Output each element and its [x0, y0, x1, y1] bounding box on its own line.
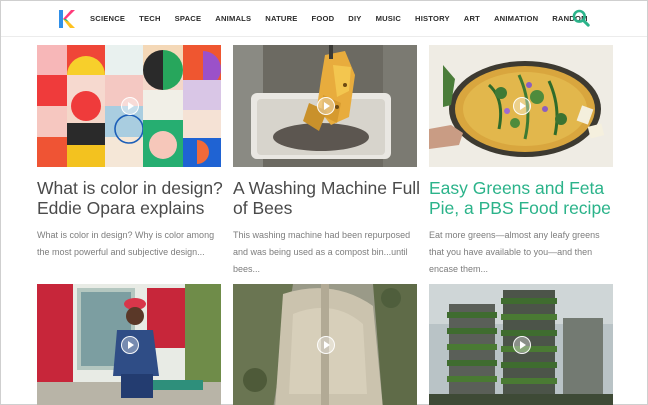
play-icon[interactable] — [317, 97, 335, 115]
video-thumbnail[interactable] — [429, 45, 613, 167]
play-icon[interactable] — [317, 336, 335, 354]
article-title[interactable]: A Washing Machine Full of Bees — [233, 178, 423, 218]
nav-item-animation[interactable]: ANIMATION — [494, 14, 538, 26]
nav-item-diy[interactable]: DIY — [348, 14, 361, 26]
nav-item-nature[interactable]: NATURE — [265, 14, 297, 26]
article-card[interactable]: A Washing Machine Full of Bees This wash… — [233, 45, 420, 275]
play-icon[interactable] — [121, 336, 139, 354]
article-excerpt: What is color in design? Why is color am… — [37, 230, 215, 257]
nav-item-science[interactable]: SCIENCE — [90, 14, 125, 26]
article-card[interactable] — [429, 284, 613, 405]
article-card[interactable]: Easy Greens and Feta Pie, a PBS Food rec… — [429, 45, 613, 275]
article-excerpt: Eat more greens—almost any leafy greens … — [429, 230, 600, 274]
article-title[interactable]: What is color in design? Eddie Opara exp… — [37, 178, 227, 218]
category-nav: SCIENCE TECH SPACE ANIMALS NATURE FOOD D… — [90, 14, 588, 26]
nav-item-space[interactable]: SPACE — [175, 14, 202, 26]
nav-item-food[interactable]: FOOD — [312, 14, 335, 26]
top-navigation-bar: SCIENCE TECH SPACE ANIMALS NATURE FOOD D… — [1, 1, 647, 37]
video-thumbnail[interactable] — [429, 284, 613, 405]
nav-item-tech[interactable]: TECH — [139, 14, 160, 26]
play-icon[interactable] — [513, 97, 531, 115]
video-thumbnail[interactable] — [233, 284, 417, 405]
article-card[interactable] — [37, 284, 221, 405]
nav-item-animals[interactable]: ANIMALS — [215, 14, 251, 26]
k-logo-icon[interactable] — [58, 9, 75, 29]
nav-item-art[interactable]: ART — [464, 14, 480, 26]
search-icon[interactable] — [572, 9, 590, 27]
video-thumbnail[interactable] — [37, 284, 221, 405]
article-card[interactable]: What is color in design? Eddie Opara exp… — [37, 45, 223, 275]
article-card[interactable] — [233, 284, 417, 405]
play-icon[interactable] — [121, 97, 139, 115]
video-thumbnail[interactable] — [37, 45, 221, 167]
nav-item-music[interactable]: MUSIC — [376, 14, 401, 26]
article-excerpt: This washing machine had been repurposed… — [233, 230, 411, 274]
play-icon[interactable] — [513, 336, 531, 354]
nav-item-history[interactable]: HISTORY — [415, 14, 450, 26]
video-thumbnail[interactable] — [233, 45, 417, 167]
article-title[interactable]: Easy Greens and Feta Pie, a PBS Food rec… — [429, 178, 619, 218]
